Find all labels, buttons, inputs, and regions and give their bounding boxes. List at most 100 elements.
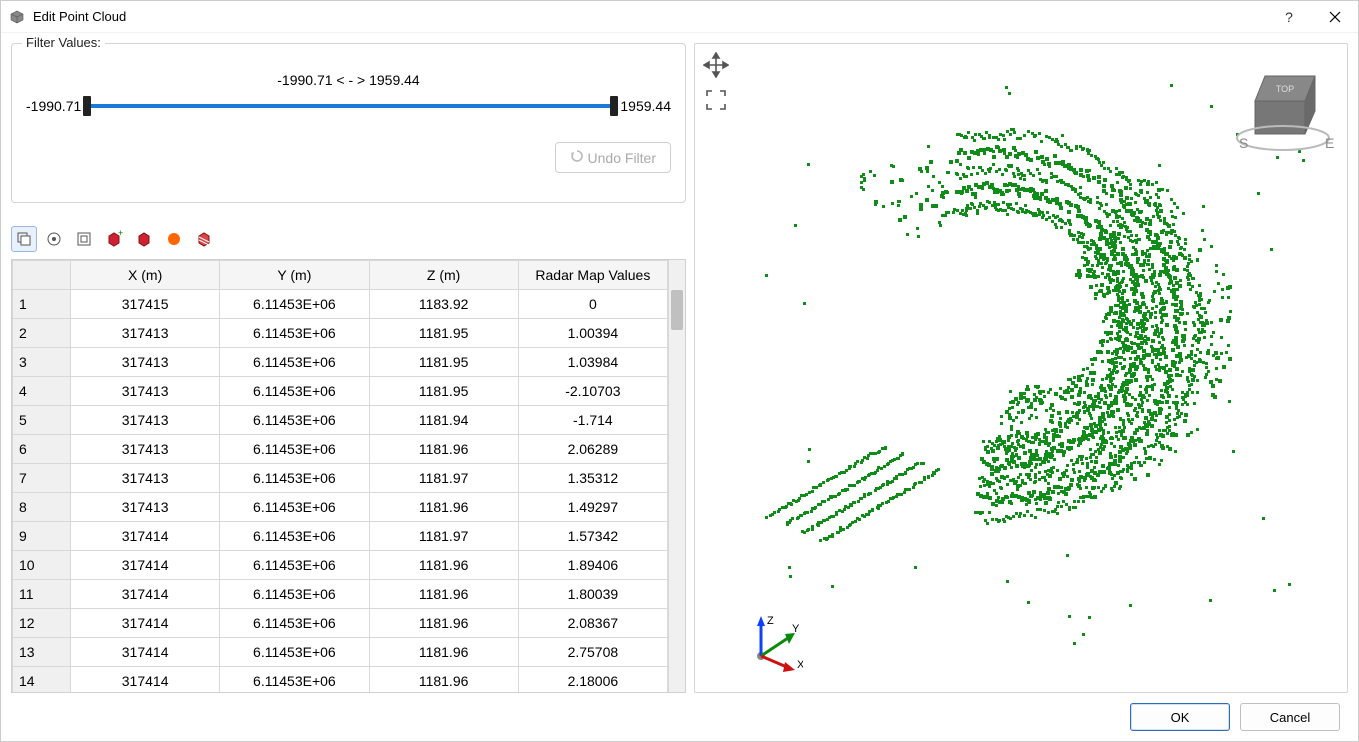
col-x[interactable]: X (m) <box>71 261 220 290</box>
cell-y[interactable]: 6.11453E+06 <box>220 493 369 522</box>
cancel-button[interactable]: Cancel <box>1240 703 1340 731</box>
cell-z[interactable]: 1181.95 <box>369 348 518 377</box>
axis-gizmo[interactable]: Z Y X <box>743 614 803 674</box>
table-row[interactable]: 63174136.11453E+061181.962.06289 <box>13 435 668 464</box>
cell-radar[interactable]: 2.18006 <box>518 667 667 693</box>
table-row[interactable]: 33174136.11453E+061181.951.03984 <box>13 348 668 377</box>
cell-y[interactable]: 6.11453E+06 <box>220 638 369 667</box>
col-z[interactable]: Z (m) <box>369 261 518 290</box>
close-button[interactable] <box>1312 1 1358 33</box>
cell-x[interactable]: 317413 <box>71 377 220 406</box>
viewport-3d[interactable]: TOP S E Z Y <box>694 43 1348 693</box>
row-header[interactable]: 12 <box>13 609 71 638</box>
cell-z[interactable]: 1181.96 <box>369 580 518 609</box>
cell-z[interactable]: 1181.95 <box>369 319 518 348</box>
sphere-orange-icon[interactable] <box>161 226 187 252</box>
col-radar[interactable]: Radar Map Values <box>518 261 667 290</box>
cell-y[interactable]: 6.11453E+06 <box>220 667 369 693</box>
cell-y[interactable]: 6.11453E+06 <box>220 348 369 377</box>
scrollbar-thumb[interactable] <box>671 290 683 330</box>
table-row[interactable]: 13174156.11453E+061183.920 <box>13 290 668 319</box>
slider-handle-min[interactable] <box>83 96 91 116</box>
cell-radar[interactable]: 1.80039 <box>518 580 667 609</box>
cell-radar[interactable]: 2.75708 <box>518 638 667 667</box>
cell-x[interactable]: 317414 <box>71 522 220 551</box>
cell-radar[interactable]: 2.08367 <box>518 609 667 638</box>
cell-x[interactable]: 317413 <box>71 464 220 493</box>
cell-y[interactable]: 6.11453E+06 <box>220 435 369 464</box>
row-header[interactable]: 1 <box>13 290 71 319</box>
orientation-cube[interactable]: TOP S E <box>1225 56 1335 156</box>
cell-z[interactable]: 1181.96 <box>369 667 518 693</box>
cell-z[interactable]: 1181.96 <box>369 638 518 667</box>
slider-handle-max[interactable] <box>610 96 618 116</box>
row-header[interactable]: 10 <box>13 551 71 580</box>
pan-icon[interactable] <box>703 52 729 81</box>
cell-x[interactable]: 317414 <box>71 580 220 609</box>
cell-y[interactable]: 6.11453E+06 <box>220 464 369 493</box>
slider-track[interactable] <box>87 104 614 108</box>
cell-y[interactable]: 6.11453E+06 <box>220 609 369 638</box>
row-header[interactable]: 2 <box>13 319 71 348</box>
cell-radar[interactable]: 1.00394 <box>518 319 667 348</box>
help-button[interactable]: ? <box>1266 1 1312 33</box>
cell-y[interactable]: 6.11453E+06 <box>220 290 369 319</box>
target-icon[interactable] <box>41 226 67 252</box>
cell-y[interactable]: 6.11453E+06 <box>220 319 369 348</box>
cell-x[interactable]: 317414 <box>71 638 220 667</box>
cell-x[interactable]: 317413 <box>71 493 220 522</box>
cell-y[interactable]: 6.11453E+06 <box>220 580 369 609</box>
table-row[interactable]: 133174146.11453E+061181.962.75708 <box>13 638 668 667</box>
table-row[interactable]: 73174136.11453E+061181.971.35312 <box>13 464 668 493</box>
cell-x[interactable]: 317414 <box>71 609 220 638</box>
cell-x[interactable]: 317413 <box>71 319 220 348</box>
row-header[interactable]: 6 <box>13 435 71 464</box>
cell-x[interactable]: 317414 <box>71 667 220 693</box>
table-row[interactable]: 143174146.11453E+061181.962.18006 <box>13 667 668 693</box>
table-scrollbar[interactable] <box>668 260 685 692</box>
cell-x[interactable]: 317413 <box>71 435 220 464</box>
cell-x[interactable]: 317413 <box>71 348 220 377</box>
cell-radar[interactable]: 1.35312 <box>518 464 667 493</box>
cell-y[interactable]: 6.11453E+06 <box>220 406 369 435</box>
cell-z[interactable]: 1181.96 <box>369 435 518 464</box>
cell-radar[interactable]: -1.714 <box>518 406 667 435</box>
undo-filter-button[interactable]: Undo Filter <box>555 142 671 173</box>
cell-z[interactable]: 1181.96 <box>369 551 518 580</box>
cube-add-icon[interactable]: + <box>101 226 127 252</box>
cell-y[interactable]: 6.11453E+06 <box>220 377 369 406</box>
cell-radar[interactable]: 1.49297 <box>518 493 667 522</box>
table-row[interactable]: 43174136.11453E+061181.95-2.10703 <box>13 377 668 406</box>
table-row[interactable]: 123174146.11453E+061181.962.08367 <box>13 609 668 638</box>
cell-x[interactable]: 317415 <box>71 290 220 319</box>
cell-z[interactable]: 1181.96 <box>369 609 518 638</box>
cell-radar[interactable]: 1.57342 <box>518 522 667 551</box>
row-header[interactable]: 5 <box>13 406 71 435</box>
cell-radar[interactable]: 2.06289 <box>518 435 667 464</box>
cell-x[interactable]: 317413 <box>71 406 220 435</box>
row-header[interactable]: 14 <box>13 667 71 693</box>
cell-z[interactable]: 1181.95 <box>369 377 518 406</box>
cell-radar[interactable]: -2.10703 <box>518 377 667 406</box>
cell-z[interactable]: 1181.96 <box>369 493 518 522</box>
cell-y[interactable]: 6.11453E+06 <box>220 522 369 551</box>
fit-icon[interactable] <box>703 87 729 116</box>
table-row[interactable]: 83174136.11453E+061181.961.49297 <box>13 493 668 522</box>
ok-button[interactable]: OK <box>1130 703 1230 731</box>
table-row[interactable]: 53174136.11453E+061181.94-1.714 <box>13 406 668 435</box>
box-icon[interactable] <box>71 226 97 252</box>
cell-radar[interactable]: 0 <box>518 290 667 319</box>
cube-red-icon[interactable] <box>131 226 157 252</box>
row-header[interactable]: 9 <box>13 522 71 551</box>
cell-x[interactable]: 317414 <box>71 551 220 580</box>
row-header[interactable]: 11 <box>13 580 71 609</box>
cell-z[interactable]: 1181.97 <box>369 464 518 493</box>
row-header[interactable]: 13 <box>13 638 71 667</box>
row-header[interactable]: 4 <box>13 377 71 406</box>
cell-z[interactable]: 1183.92 <box>369 290 518 319</box>
table-row[interactable]: 93174146.11453E+061181.971.57342 <box>13 522 668 551</box>
cell-y[interactable]: 6.11453E+06 <box>220 551 369 580</box>
cell-radar[interactable]: 1.89406 <box>518 551 667 580</box>
cell-z[interactable]: 1181.97 <box>369 522 518 551</box>
cell-radar[interactable]: 1.03984 <box>518 348 667 377</box>
